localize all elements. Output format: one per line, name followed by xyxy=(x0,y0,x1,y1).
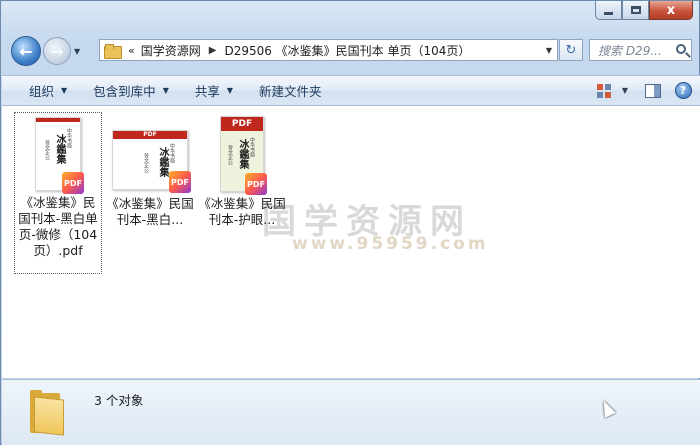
organize-label: 组织 xyxy=(29,84,55,99)
thumb-title: 冰鑑集 xyxy=(54,134,65,164)
close-icon: x xyxy=(666,2,676,18)
pdf-header-bar: PDF xyxy=(221,117,263,131)
pdf-header-bar xyxy=(36,118,80,122)
forward-arrow-icon: → xyxy=(50,41,64,61)
thumb-title: 冰鑑集 xyxy=(157,147,168,177)
pdf-header-bar: PDF xyxy=(113,131,187,139)
minimize-button[interactable] xyxy=(595,1,622,20)
thumb-small-text: 曾文正公 xyxy=(44,140,50,160)
help-button[interactable]: ? xyxy=(672,80,694,102)
organize-menu[interactable]: 组织 ▼ xyxy=(16,79,80,103)
thumb-small-text: 中华书局 xyxy=(249,137,255,157)
pdf-thumbnail: PDF 中华书局 冰鑑集 曾文正公 PDF xyxy=(112,130,191,193)
item-count: 3 个对象 xyxy=(94,393,144,408)
chevron-down-icon: ▼ xyxy=(226,86,234,95)
close-button[interactable]: x xyxy=(649,1,693,20)
breadcrumb: « 国学资源网 ▶ D29506 《冰鉴集》民国刊本 单页（104页） xyxy=(120,42,470,59)
file-item[interactable]: PDF 中华书局 冰鑑集 曾文正公 PDF 《冰鉴集》民国刊本-护眼... xyxy=(198,112,286,228)
pdf-icon: PDF xyxy=(62,172,84,194)
thumb-small-text: 中华书局 xyxy=(169,143,175,163)
share-label: 共享 xyxy=(194,84,220,99)
search-input[interactable]: 搜索 D29... xyxy=(598,42,673,59)
preview-pane-button[interactable] xyxy=(642,80,664,102)
thumb-small-text: 中华书局 xyxy=(66,128,72,148)
chevron-down-icon: ▼ xyxy=(61,86,68,95)
share-menu[interactable]: 共享 ▼ xyxy=(182,79,246,103)
pdf-thumbnail: 中华书局 冰鑑集 曾文正公 PDF xyxy=(35,117,84,194)
address-dropdown-icon[interactable]: ▼ xyxy=(541,40,557,60)
recent-pages-dropdown-icon[interactable]: ▼ xyxy=(74,47,80,56)
details-pane: 3 个对象 xyxy=(2,379,700,445)
search-icon[interactable] xyxy=(676,44,686,54)
change-view-button[interactable] xyxy=(594,80,616,102)
maximize-button[interactable] xyxy=(622,1,649,20)
pdf-thumbnail: PDF 中华书局 冰鑑集 曾文正公 PDF xyxy=(220,116,267,195)
mouse-cursor-icon xyxy=(598,398,616,418)
thumb-small-text: 曾文正公 xyxy=(143,153,149,173)
folder-icon xyxy=(104,43,122,59)
new-folder-button[interactable]: 新建文件夹 xyxy=(246,79,335,103)
file-name: 《冰鉴集》民国刊本-黑白单页-微修（104页）.pdf xyxy=(18,195,98,258)
caption-buttons: x xyxy=(595,1,693,20)
pdf-icon: PDF xyxy=(245,173,267,195)
command-bar: 组织 ▼ 包含到库中 ▼ 共享 ▼ 新建文件夹 ▼ ? xyxy=(2,75,700,106)
thumb-small-text: 曾文正公 xyxy=(227,145,233,165)
include-in-library-menu[interactable]: 包含到库中 ▼ xyxy=(80,79,182,103)
breadcrumb-overflow[interactable]: « xyxy=(128,44,135,57)
forward-button[interactable]: → xyxy=(43,37,71,65)
minimize-icon xyxy=(604,11,613,15)
refresh-button[interactable]: ↻ xyxy=(559,39,583,61)
file-item[interactable]: 中华书局 冰鑑集 曾文正公 PDF 《冰鉴集》民国刊本-黑白单页-微修（104页… xyxy=(14,112,102,274)
watermark-url: www.95959.com xyxy=(292,234,489,254)
pdf-icon: PDF xyxy=(169,171,191,193)
navigation-buttons: ← → ▼ xyxy=(11,36,80,66)
breadcrumb-item-folder[interactable]: D29506 《冰鉴集》民国刊本 单页（104页） xyxy=(224,42,470,59)
file-name: 《冰鉴集》民国刊本-护眼... xyxy=(198,196,286,227)
new-folder-label: 新建文件夹 xyxy=(259,84,322,99)
thumb-title: 冰鑑集 xyxy=(237,139,248,169)
file-name: 《冰鉴集》民国刊本-黑白... xyxy=(106,196,194,227)
search-box[interactable]: 搜索 D29... xyxy=(589,39,692,61)
file-item[interactable]: PDF 中华书局 冰鑑集 曾文正公 PDF 《冰鉴集》民国刊本-黑白... xyxy=(106,112,194,228)
back-button[interactable]: ← xyxy=(11,36,41,66)
preview-pane-icon xyxy=(645,83,661,98)
breadcrumb-item-site[interactable]: 国学资源网 xyxy=(141,42,201,59)
breadcrumb-separator-icon[interactable]: ▶ xyxy=(209,45,217,56)
toolbar-right: ▼ ? xyxy=(588,80,694,102)
file-list-pane[interactable]: 国学资源网 www.95959.com 中华书局 冰鑑集 曾文正公 PDF 《冰… xyxy=(2,106,700,378)
explorer-window: x ← → ▼ « 国学资源网 ▶ D29506 《冰鉴集》民国刊本 单页（10… xyxy=(0,0,700,445)
view-icon xyxy=(596,83,613,98)
back-arrow-icon: ← xyxy=(19,41,33,61)
chevron-down-icon: ▼ xyxy=(162,86,169,95)
maximize-icon xyxy=(630,6,641,14)
refresh-icon: ↻ xyxy=(565,42,577,58)
include-in-library-label: 包含到库中 xyxy=(93,84,156,99)
help-icon: ? xyxy=(674,82,692,99)
folder-icon xyxy=(26,390,66,436)
view-options-dropdown-icon[interactable]: ▼ xyxy=(622,86,628,95)
address-bar[interactable]: « 国学资源网 ▶ D29506 《冰鉴集》民国刊本 单页（104页） ▼ xyxy=(99,39,558,61)
